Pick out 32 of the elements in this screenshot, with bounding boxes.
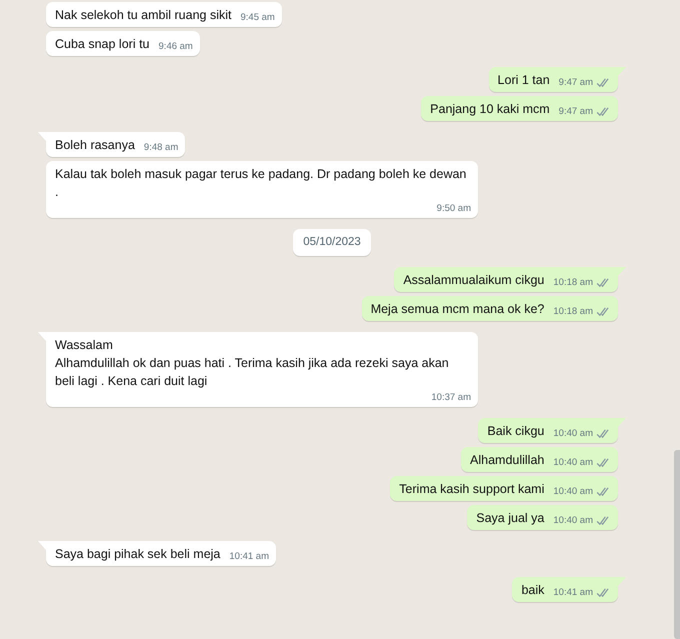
- message-text: Kalau tak boleh masuk pagar terus ke padang. Dr padang boleh ke dewan .: [55, 166, 468, 201]
- message-time: 10:40 am: [553, 457, 593, 470]
- date-divider: 05/10/2023: [293, 229, 371, 256]
- message-time: 9:45 am: [240, 12, 275, 24]
- message-text: Baik cikgu: [487, 423, 544, 440]
- message-time: 10:40 am: [553, 486, 593, 498]
- message-text: Alhamdulillah: [470, 452, 544, 470]
- message-text: Saya bagi pihak sek beli meja: [55, 546, 220, 564]
- message-text: Cuba snap lori tu: [55, 36, 150, 53]
- message-text: Saya jual ya: [476, 510, 544, 528]
- message-time: 10:18 am: [553, 306, 593, 318]
- message-time: 10:37 am: [431, 392, 471, 404]
- message-time: 9:47 am: [558, 77, 593, 89]
- message-time: 10:41 am: [229, 551, 269, 564]
- message-time: 9:46 am: [158, 41, 193, 53]
- message-text: baik: [521, 582, 544, 600]
- message-text: Boleh rasanya: [55, 137, 135, 154]
- message-text: Lori 1 tan: [498, 72, 550, 89]
- message-text: Wassalam Alhamdulillah ok dan puas hati . Terima kasih jika ada rezeki saya akan beli lagi . Kena cari duit lagi: [55, 337, 450, 390]
- message-text: Assalammualaikum cikgu: [403, 272, 544, 290]
- message-time: 9:50 am: [436, 203, 471, 215]
- message-text: Terima kasih support kami: [399, 481, 544, 498]
- scrollbar[interactable]: [674, 450, 680, 639]
- message-time: 9:47 am: [558, 106, 593, 118]
- message-time: 10:18 am: [553, 277, 593, 290]
- message-text: Nak selekoh tu ambil ruang sikit: [55, 7, 232, 24]
- message-time: 10:41 am: [553, 587, 593, 600]
- message-text: Panjang 10 kaki mcm: [430, 101, 550, 118]
- message-time: 9:48 am: [144, 142, 178, 154]
- message-text: Meja semua mcm mana ok ke?: [370, 301, 544, 318]
- message-time: 10:40 am: [553, 515, 593, 528]
- message-time: 10:40 am: [553, 428, 593, 440]
